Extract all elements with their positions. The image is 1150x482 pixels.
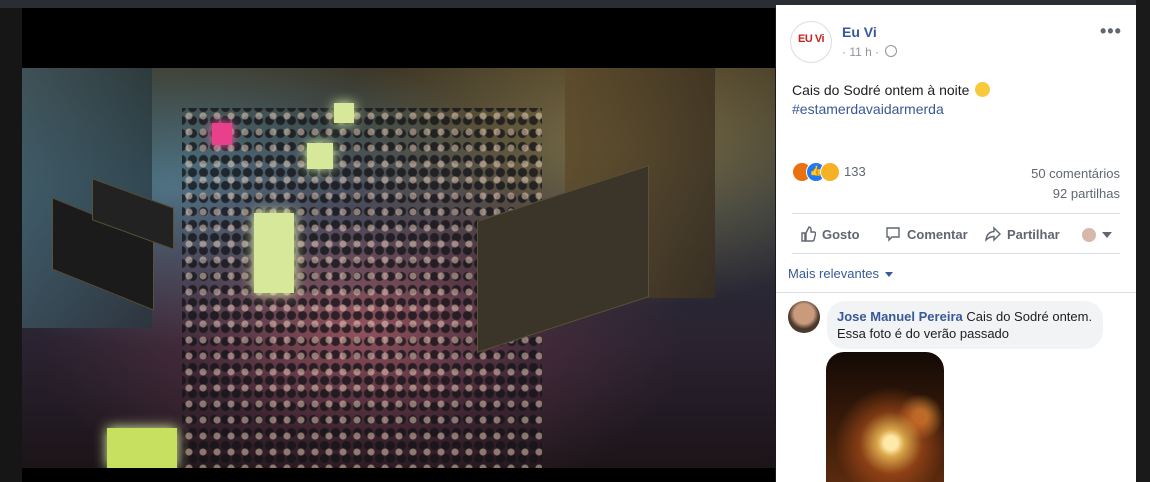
post-side-panel: EU Vi Eu Vi · 11 h · ••• Cais do Sodré o… bbox=[776, 5, 1136, 482]
globe-icon bbox=[884, 45, 897, 57]
photo-light-sign bbox=[334, 103, 354, 123]
photo-light-sign bbox=[307, 143, 333, 169]
post-text: Cais do Sodré ontem à noite #estamerdava… bbox=[792, 81, 991, 119]
pensive-emoji-icon bbox=[975, 82, 991, 97]
thumbs-up-icon bbox=[801, 226, 816, 242]
share-icon bbox=[985, 226, 1001, 242]
divider bbox=[792, 253, 1120, 254]
post-header: EU Vi Eu Vi · 11 h · ••• bbox=[790, 19, 1130, 69]
photo-viewer[interactable] bbox=[22, 8, 775, 482]
comments-filter[interactable]: Mais relevantes bbox=[788, 266, 894, 281]
comments-count[interactable]: 50 comentários bbox=[1031, 166, 1120, 181]
like-button[interactable]: Gosto bbox=[800, 220, 860, 250]
viewer-left-edge bbox=[0, 8, 22, 482]
comment-author[interactable]: Jose Manuel Pereira bbox=[837, 309, 963, 324]
post-photo[interactable] bbox=[22, 68, 775, 468]
chevron-down-icon bbox=[1102, 232, 1112, 238]
page-name[interactable]: Eu Vi bbox=[842, 24, 877, 40]
divider bbox=[792, 213, 1120, 214]
post-actions: Gosto Comentar Partilhar bbox=[792, 220, 1122, 250]
user-mini-avatar bbox=[1082, 228, 1096, 242]
post-meta: · 11 h · bbox=[842, 45, 897, 59]
comment-button[interactable]: Comentar bbox=[885, 220, 968, 250]
chevron-down-icon bbox=[885, 272, 894, 277]
divider bbox=[776, 292, 1136, 293]
shares-count[interactable]: 92 partilhas bbox=[1053, 186, 1120, 201]
share-label: Partilhar bbox=[1007, 227, 1060, 242]
viewer-right-edge bbox=[1136, 0, 1150, 482]
comment-body: Jose Manuel Pereira Cais do Sodré ontem.… bbox=[837, 308, 1095, 342]
comments-filter-label: Mais relevantes bbox=[788, 266, 880, 281]
post-dot: · bbox=[875, 45, 880, 59]
photo-light-sign bbox=[254, 213, 294, 293]
photo-pink-light bbox=[212, 123, 232, 145]
page-logo: EU Vi bbox=[793, 29, 829, 51]
photo-light-sign bbox=[107, 428, 177, 468]
more-options-icon[interactable]: ••• bbox=[1100, 21, 1122, 42]
post-message: Cais do Sodré ontem à noite bbox=[792, 82, 970, 98]
post-time[interactable]: 11 h bbox=[849, 45, 871, 59]
post-dot: · bbox=[842, 45, 846, 59]
reaction-count[interactable]: 133 bbox=[844, 164, 866, 179]
post-hashtag[interactable]: #estamerdavaidarmerda bbox=[792, 100, 990, 119]
like-label: Gosto bbox=[822, 227, 860, 242]
comment-image[interactable] bbox=[826, 352, 944, 482]
comment-bubble: Jose Manuel Pereira Cais do Sodré ontem.… bbox=[827, 301, 1103, 349]
react-as-selector[interactable] bbox=[1082, 220, 1112, 250]
commenter-avatar[interactable] bbox=[788, 301, 820, 333]
sad-reaction-icon bbox=[820, 162, 840, 182]
comment-label: Comentar bbox=[907, 227, 968, 242]
share-button[interactable]: Partilhar bbox=[985, 220, 1060, 250]
comment-icon bbox=[886, 227, 900, 242]
page-avatar[interactable]: EU Vi bbox=[790, 21, 832, 63]
